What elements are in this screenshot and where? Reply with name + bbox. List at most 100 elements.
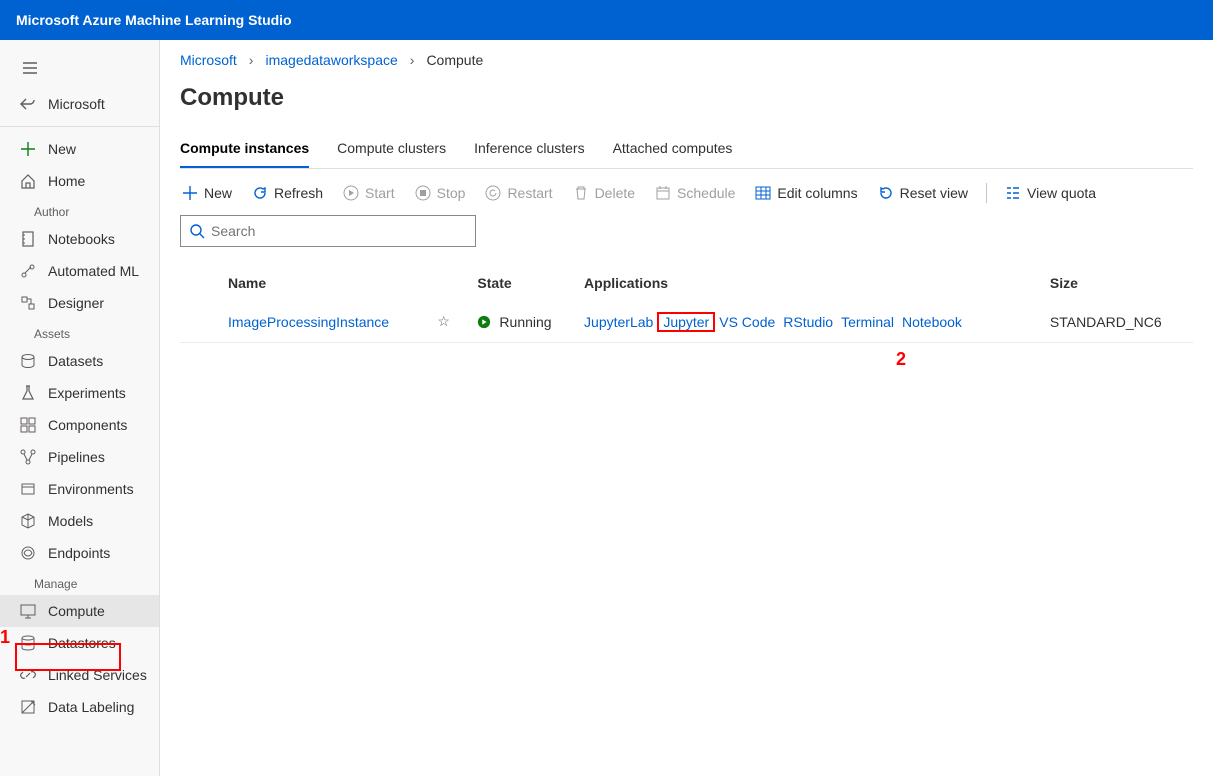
- view-quota-button[interactable]: View quota: [1003, 181, 1098, 205]
- sidebar-item-label: Designer: [48, 295, 104, 311]
- sidebar-item-label: Compute: [48, 603, 105, 619]
- tab-compute-clusters[interactable]: Compute clusters: [337, 130, 446, 168]
- chevron-right-icon: ›: [410, 52, 415, 68]
- breadcrumb-current: Compute: [426, 52, 483, 68]
- page-title: Compute: [180, 84, 1193, 112]
- state-text: Running: [499, 314, 551, 330]
- hamburger-icon: [22, 60, 38, 76]
- restart-button[interactable]: Restart: [483, 181, 554, 205]
- sidebar-item-label: Home: [48, 173, 85, 189]
- instance-link[interactable]: ImageProcessingInstance: [228, 314, 389, 330]
- sidebar-item-compute[interactable]: Compute: [0, 595, 159, 627]
- size-text: STANDARD_NC6: [1042, 301, 1193, 343]
- search-input[interactable]: [211, 223, 467, 239]
- sidebar-item-label: New: [48, 141, 76, 157]
- table-row[interactable]: ImageProcessingInstance ☆ Running Jupyte…: [180, 301, 1193, 343]
- sidebar-item-components[interactable]: Components: [0, 409, 159, 441]
- sidebar-item-models[interactable]: Models: [0, 505, 159, 537]
- stop-button[interactable]: Stop: [413, 181, 468, 205]
- reset-icon: [878, 185, 894, 201]
- sidebar-item-notebooks[interactable]: Notebooks: [0, 223, 159, 255]
- sidebar-item-designer[interactable]: Designer: [0, 287, 159, 319]
- sidebar-item-environments[interactable]: Environments: [0, 473, 159, 505]
- sidebar-item-label: Endpoints: [48, 545, 110, 561]
- delete-button[interactable]: Delete: [571, 181, 637, 205]
- sidebar-item-label: Models: [48, 513, 93, 529]
- sidebar-item-datastores[interactable]: Datastores: [0, 627, 159, 659]
- app-jupyterlab[interactable]: JupyterLab: [584, 314, 653, 330]
- components-icon: [20, 417, 36, 433]
- app-terminal[interactable]: Terminal: [841, 314, 894, 330]
- tab-inference-clusters[interactable]: Inference clusters: [474, 130, 585, 168]
- toolbar: New Refresh Start Stop Restart Delete: [180, 181, 1193, 205]
- col-name[interactable]: Name: [220, 265, 429, 301]
- flask-icon: [20, 385, 36, 401]
- col-applications[interactable]: Applications: [576, 265, 1042, 301]
- sidebar-item-label: Automated ML: [48, 263, 139, 279]
- app-jupyter[interactable]: Jupyter: [663, 314, 709, 330]
- sidebar-item-label: Datastores: [48, 635, 116, 651]
- back-arrow-icon: [20, 96, 36, 112]
- sidebar-item-label: Notebooks: [48, 231, 115, 247]
- app-vscode[interactable]: VS Code: [719, 314, 775, 330]
- tab-attached-computes[interactable]: Attached computes: [613, 130, 733, 168]
- sidebar-item-pipelines[interactable]: Pipelines: [0, 441, 159, 473]
- sidebar-item-label: Data Labeling: [48, 699, 134, 715]
- chevron-right-icon: ›: [249, 52, 254, 68]
- sidebar-item-label: Pipelines: [48, 449, 105, 465]
- content-area: Microsoft › imagedataworkspace › Compute…: [160, 40, 1213, 776]
- notebook-icon: [20, 231, 36, 247]
- schedule-button[interactable]: Schedule: [653, 181, 737, 205]
- columns-icon: [755, 185, 771, 201]
- stop-icon: [415, 185, 431, 201]
- star-icon[interactable]: ☆: [437, 313, 450, 329]
- annotation-2: 2: [896, 349, 906, 370]
- datasets-icon: [20, 353, 36, 369]
- reset-view-button[interactable]: Reset view: [876, 181, 970, 205]
- sidebar-item-datasets[interactable]: Datasets: [0, 345, 159, 377]
- sidebar-item-label: Linked Services: [48, 667, 147, 683]
- col-size[interactable]: Size: [1042, 265, 1193, 301]
- app-notebook[interactable]: Notebook: [902, 314, 962, 330]
- search-box[interactable]: [180, 215, 476, 247]
- endpoints-icon: [20, 545, 36, 561]
- compute-icon: [20, 603, 36, 619]
- plus-icon: [20, 141, 36, 157]
- breadcrumb: Microsoft › imagedataworkspace › Compute: [180, 52, 1193, 68]
- sidebar-item-automl[interactable]: Automated ML: [0, 255, 159, 287]
- environments-icon: [20, 481, 36, 497]
- edit-columns-button[interactable]: Edit columns: [753, 181, 859, 205]
- breadcrumb-root[interactable]: Microsoft: [180, 52, 237, 68]
- plus-icon: [182, 185, 198, 201]
- linked-icon: [20, 667, 36, 683]
- sidebar-item-endpoints[interactable]: Endpoints: [0, 537, 159, 569]
- start-button[interactable]: Start: [341, 181, 397, 205]
- compute-table: Name State Applications Size ImageProces…: [180, 265, 1193, 343]
- new-button[interactable]: New: [180, 181, 234, 205]
- sidebar-section-manage: Manage: [0, 569, 159, 595]
- sidebar-item-datalabeling[interactable]: Data Labeling: [0, 691, 159, 723]
- tab-compute-instances[interactable]: Compute instances: [180, 130, 309, 168]
- sidebar-back[interactable]: Microsoft: [0, 88, 159, 120]
- refresh-button[interactable]: Refresh: [250, 181, 325, 205]
- sidebar-item-linked[interactable]: Linked Services: [0, 659, 159, 691]
- labeling-icon: [20, 699, 36, 715]
- automl-icon: [20, 263, 36, 279]
- quota-icon: [1005, 185, 1021, 201]
- sidebar-item-experiments[interactable]: Experiments: [0, 377, 159, 409]
- app-rstudio[interactable]: RStudio: [783, 314, 833, 330]
- breadcrumb-workspace[interactable]: imagedataworkspace: [265, 52, 397, 68]
- toolbar-separator: [986, 183, 987, 203]
- col-state[interactable]: State: [469, 265, 576, 301]
- sidebar: Microsoft New Home Author Notebooks Auto…: [0, 40, 160, 776]
- designer-icon: [20, 295, 36, 311]
- app-title: Microsoft Azure Machine Learning Studio: [16, 12, 292, 28]
- sidebar-item-home[interactable]: Home: [0, 165, 159, 197]
- pipelines-icon: [20, 449, 36, 465]
- sidebar-item-label: Components: [48, 417, 127, 433]
- sidebar-item-new[interactable]: New: [0, 133, 159, 165]
- hamburger-menu[interactable]: [0, 48, 159, 88]
- app-links: JupyterLab Jupyter VS Code RStudio Termi…: [584, 314, 1034, 330]
- annotation-1: 1: [0, 627, 10, 648]
- sidebar-section-assets: Assets: [0, 319, 159, 345]
